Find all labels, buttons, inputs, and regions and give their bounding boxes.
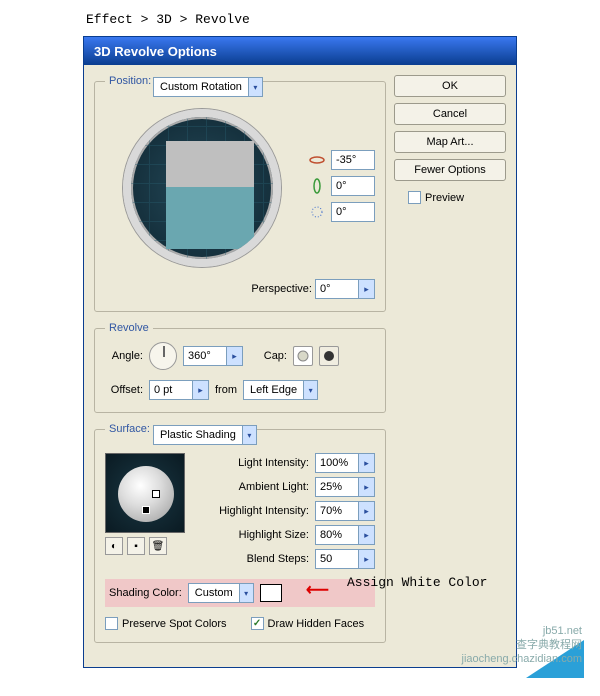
hi-size-label: Highlight Size: [213,529,309,541]
rotate-y-icon [309,178,325,194]
blend-label: Blend Steps: [213,553,309,565]
chevron-down-icon: ▾ [248,78,262,96]
surface-group: Surface: Plastic Shading▾ ◐ ▪ [94,423,386,643]
map-art-button[interactable]: Map Art... [394,131,506,153]
revolve-group: Revolve Angle: ▸ Cap: Offset: ▸ from Lef… [94,322,386,413]
checkbox-icon: ✓ [251,617,264,630]
rotate-z-icon [309,204,325,220]
move-light-back-button[interactable]: ◐ [105,537,123,555]
stepper-icon[interactable]: ▸ [359,525,375,545]
dialog-3d-revolve: 3D Revolve Options Position: Custom Rota… [83,36,517,668]
position-legend: Position: [105,75,155,87]
from-value: Left Edge [244,384,303,396]
cap-on-button[interactable] [293,346,313,366]
menu-path: Effect > 3D > Revolve [86,12,250,27]
ok-button[interactable]: OK [394,75,506,97]
from-label: from [215,384,237,396]
hi-intensity-input[interactable] [315,501,359,521]
shading-color-value: Custom [189,587,239,599]
light-intensity-label: Light Intensity: [213,457,309,469]
stepper-icon[interactable]: ▸ [359,501,375,521]
rotate-x-icon [309,152,325,168]
delete-light-button[interactable]: 🗑 [149,537,167,555]
chevron-down-icon: ▾ [303,381,317,399]
ambient-label: Ambient Light: [213,481,309,493]
chevron-down-icon: ▾ [239,584,253,602]
rotation-preview[interactable] [123,109,281,267]
preserve-label: Preserve Spot Colors [122,618,227,630]
cap-off-button[interactable] [319,346,339,366]
cap-label: Cap: [253,350,287,362]
light-intensity-input[interactable] [315,453,359,473]
ambient-input[interactable] [315,477,359,497]
preserve-spot-checkbox[interactable]: Preserve Spot Colors [105,617,227,630]
stepper-icon[interactable]: ▸ [359,549,375,569]
offset-label: Offset: [105,384,143,396]
position-preset-select[interactable]: Custom Rotation ▾ [153,77,263,97]
perspective-input[interactable] [315,279,359,299]
rot-x-input[interactable] [331,150,375,170]
shading-color-label: Shading Color: [109,587,182,599]
dialog-title: 3D Revolve Options [84,37,516,65]
stepper-icon[interactable]: ▸ [359,279,375,299]
stepper-icon[interactable]: ▸ [227,346,243,366]
shading-color-row: Shading Color: Custom▾ [105,579,375,607]
shading-select[interactable]: Plastic Shading▾ [153,425,257,445]
angle-dial[interactable] [149,342,177,370]
annotation-text: Assign White Color [347,575,487,590]
draw-hidden-checkbox[interactable]: ✓ Draw Hidden Faces [251,617,365,630]
blend-input[interactable] [315,549,359,569]
rot-z-input[interactable] [331,202,375,222]
checkbox-icon [105,617,118,630]
hidden-label: Draw Hidden Faces [268,618,365,630]
stepper-icon[interactable]: ▸ [193,380,209,400]
fewer-options-button[interactable]: Fewer Options [394,159,506,181]
hi-intensity-label: Highlight Intensity: [213,505,309,517]
position-preset-value: Custom Rotation [154,81,248,93]
preview-label: Preview [425,192,464,204]
new-light-button[interactable]: ▪ [127,537,145,555]
from-select[interactable]: Left Edge▾ [243,380,318,400]
shading-color-swatch[interactable] [260,584,282,602]
watermark-text: jb51.net 查字典教程网 jiaocheng.chazidian.com [462,624,582,666]
rot-y-input[interactable] [331,176,375,196]
shading-color-select[interactable]: Custom▾ [188,583,254,603]
checkbox-icon [408,191,421,204]
shading-value: Plastic Shading [154,429,242,441]
revolve-legend: Revolve [105,322,153,334]
preview-checkbox[interactable]: Preview [408,191,464,204]
surface-legend: Surface: [105,423,154,435]
cancel-button[interactable]: Cancel [394,103,506,125]
offset-input[interactable] [149,380,193,400]
angle-label: Angle: [105,350,143,362]
chevron-down-icon: ▾ [242,426,256,444]
angle-input[interactable] [183,346,227,366]
light-preview[interactable] [105,453,185,533]
annotation-arrow-icon: ⟵ [306,580,329,600]
hi-size-input[interactable] [315,525,359,545]
stepper-icon[interactable]: ▸ [359,477,375,497]
position-group: Position: Custom Rotation ▾ [94,75,386,312]
perspective-label: Perspective: [251,283,312,295]
stepper-icon[interactable]: ▸ [359,453,375,473]
